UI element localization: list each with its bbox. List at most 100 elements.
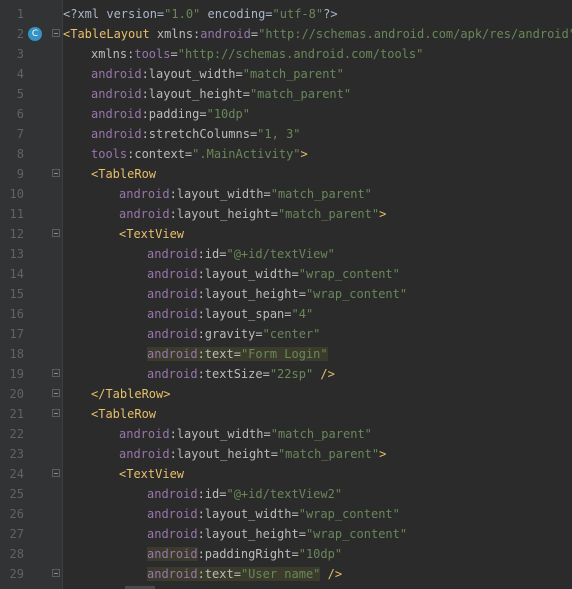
code-line[interactable]: 15 android:layout_height="wrap_content" (0, 284, 572, 304)
code-token: "22sp" (269, 367, 314, 381)
code-line[interactable]: 13 android:id="@+id/textView" (0, 244, 572, 264)
code-line[interactable]: 16 android:layout_span="4" (0, 304, 572, 324)
code-line[interactable]: 5 android:layout_height="match_parent" (0, 84, 572, 104)
code-line[interactable]: 18 android:text="Form Login" (0, 344, 572, 364)
line-number: 10 (9, 187, 24, 201)
code-text: android:id="@+id/textView" (147, 244, 335, 264)
code-line[interactable]: 23 android:layout_height="match_parent"> (0, 444, 572, 464)
code-token: android (119, 447, 170, 461)
line-number: 1 (16, 7, 24, 21)
code-line[interactable]: 10 android:layout_width="match_parent" (0, 184, 572, 204)
fold-marker-icon[interactable] (52, 569, 60, 577)
line-number: 12 (9, 227, 24, 241)
code-text: </TableRow> (91, 384, 170, 404)
code-token: "match_parent" (242, 67, 344, 81)
code-token: tools (91, 147, 128, 161)
code-text: android:stretchColumns="1, 3" (91, 124, 301, 144)
code-text: android:layout_width="match_parent" (119, 424, 372, 444)
code-token: "wrap_content" (305, 527, 408, 541)
code-token: :text= (197, 567, 241, 581)
code-text: android:text="Form Login" (147, 344, 328, 364)
code-line[interactable]: 2 C <TableLayout xmlns:android="http://sch… (0, 24, 572, 44)
code-token: android (147, 567, 198, 581)
code-token: :layout_height= (197, 527, 306, 541)
fold-marker-icon[interactable] (52, 169, 60, 177)
code-token: android (147, 347, 198, 361)
code-line[interactable]: 21 <TableRow (0, 404, 572, 424)
code-line[interactable]: 22 android:layout_width="match_parent" (0, 424, 572, 444)
code-token: android (147, 507, 198, 521)
code-line[interactable]: 28 android:paddingRight="10dp" (0, 544, 572, 564)
code-token: :gravity= (197, 327, 263, 341)
line-number: 15 (9, 287, 24, 301)
code-token: tools (134, 47, 171, 61)
code-line[interactable]: 3 xmlns:tools="http://schemas.android.com… (0, 44, 572, 64)
code-line[interactable]: 7 android:stretchColumns="1, 3" (0, 124, 572, 144)
line-number: 24 (9, 467, 24, 481)
code-token: "1, 3" (257, 127, 301, 141)
code-token: :layout_span= (197, 307, 292, 321)
code-token: "wrap_content" (298, 507, 400, 521)
line-number: 3 (16, 47, 24, 61)
code-line[interactable]: 1 <?xml version="1.0" encoding="utf-8"?> (0, 4, 572, 24)
code-line[interactable]: 19 android:textSize="22sp" /> (0, 364, 572, 384)
code-token: "@+id/textView2" (226, 487, 343, 501)
code-token: android (147, 367, 198, 381)
code-text: <TableRow (91, 404, 156, 424)
code-text: <TextView (119, 224, 184, 244)
code-text: android:paddingRight="10dp" (147, 544, 342, 564)
code-token: :paddingRight= (197, 547, 299, 561)
code-text: android:id="@+id/textView2" (147, 484, 342, 504)
code-token: ".MainActivity" (192, 147, 301, 161)
code-token: :layout_width= (197, 267, 299, 281)
fold-marker-icon[interactable] (52, 229, 60, 237)
code-token: "1.0" (164, 7, 201, 21)
code-text: <TableRow (91, 164, 156, 184)
code-line[interactable]: 14 android:layout_width="wrap_content" (0, 264, 572, 284)
code-token: "10dp" (206, 107, 250, 121)
code-token: xmlns: (156, 27, 201, 41)
code-line[interactable]: 20 </TableRow> (0, 384, 572, 404)
fold-marker-icon[interactable] (52, 409, 60, 417)
code-token: android (147, 247, 198, 261)
code-token: android (147, 307, 198, 321)
code-line[interactable]: 4 android:layout_width="match_parent" (0, 64, 572, 84)
code-line[interactable]: 9 <TableRow (0, 164, 572, 184)
code-line[interactable]: 8 tools:context=".MainActivity"> (0, 144, 572, 164)
code-token: :id= (197, 487, 227, 501)
code-editor[interactable]: 1 <?xml version="1.0" encoding="utf-8"?> 2… (0, 0, 572, 589)
code-text: xmlns:tools="http://schemas.android.com/… (91, 44, 423, 64)
code-token: <TextView (119, 227, 185, 241)
code-token: android (91, 127, 142, 141)
code-line[interactable]: 17 android:gravity="center" (0, 324, 572, 344)
code-line[interactable]: 29 android:text="User name" /> (0, 564, 572, 584)
code-token: :text= (197, 347, 241, 361)
line-number: 27 (9, 527, 24, 541)
code-lines[interactable]: 1 <?xml version="1.0" encoding="utf-8"?> 2… (0, 4, 572, 584)
code-line[interactable]: 26 android:layout_width="wrap_content" (0, 504, 572, 524)
code-line[interactable]: 6 android:padding="10dp" (0, 104, 572, 124)
line-number: 22 (9, 427, 24, 441)
code-line[interactable]: 24 <TextView (0, 464, 572, 484)
code-line[interactable]: 11 android:layout_height="match_parent"> (0, 204, 572, 224)
code-line[interactable]: 25 android:id="@+id/textView2" (0, 484, 572, 504)
code-line[interactable]: 27 android:layout_height="wrap_content" (0, 524, 572, 544)
fold-marker-icon[interactable] (52, 469, 60, 477)
code-text: android:layout_width="wrap_content" (147, 264, 400, 284)
code-token: "center" (262, 327, 321, 341)
line-number: 13 (9, 247, 24, 261)
code-text: android:layout_width="match_parent" (119, 184, 372, 204)
fold-marker-icon[interactable] (52, 389, 60, 397)
code-token: "http://schemas.android.com/tools" (177, 47, 424, 61)
fold-marker-icon[interactable] (52, 369, 60, 377)
line-number: 14 (9, 267, 24, 281)
code-token: "wrap_content" (305, 287, 408, 301)
code-token: :padding= (141, 107, 207, 121)
code-token: <?xml version= (63, 7, 165, 21)
code-text: android:textSize="22sp" /> (147, 364, 335, 384)
class-gutter-icon[interactable]: C (28, 27, 42, 41)
code-line[interactable]: 12 <TextView (0, 224, 572, 244)
code-text: <TextView (119, 464, 184, 484)
fold-marker-icon[interactable] (52, 29, 60, 37)
code-token: android (147, 547, 198, 561)
